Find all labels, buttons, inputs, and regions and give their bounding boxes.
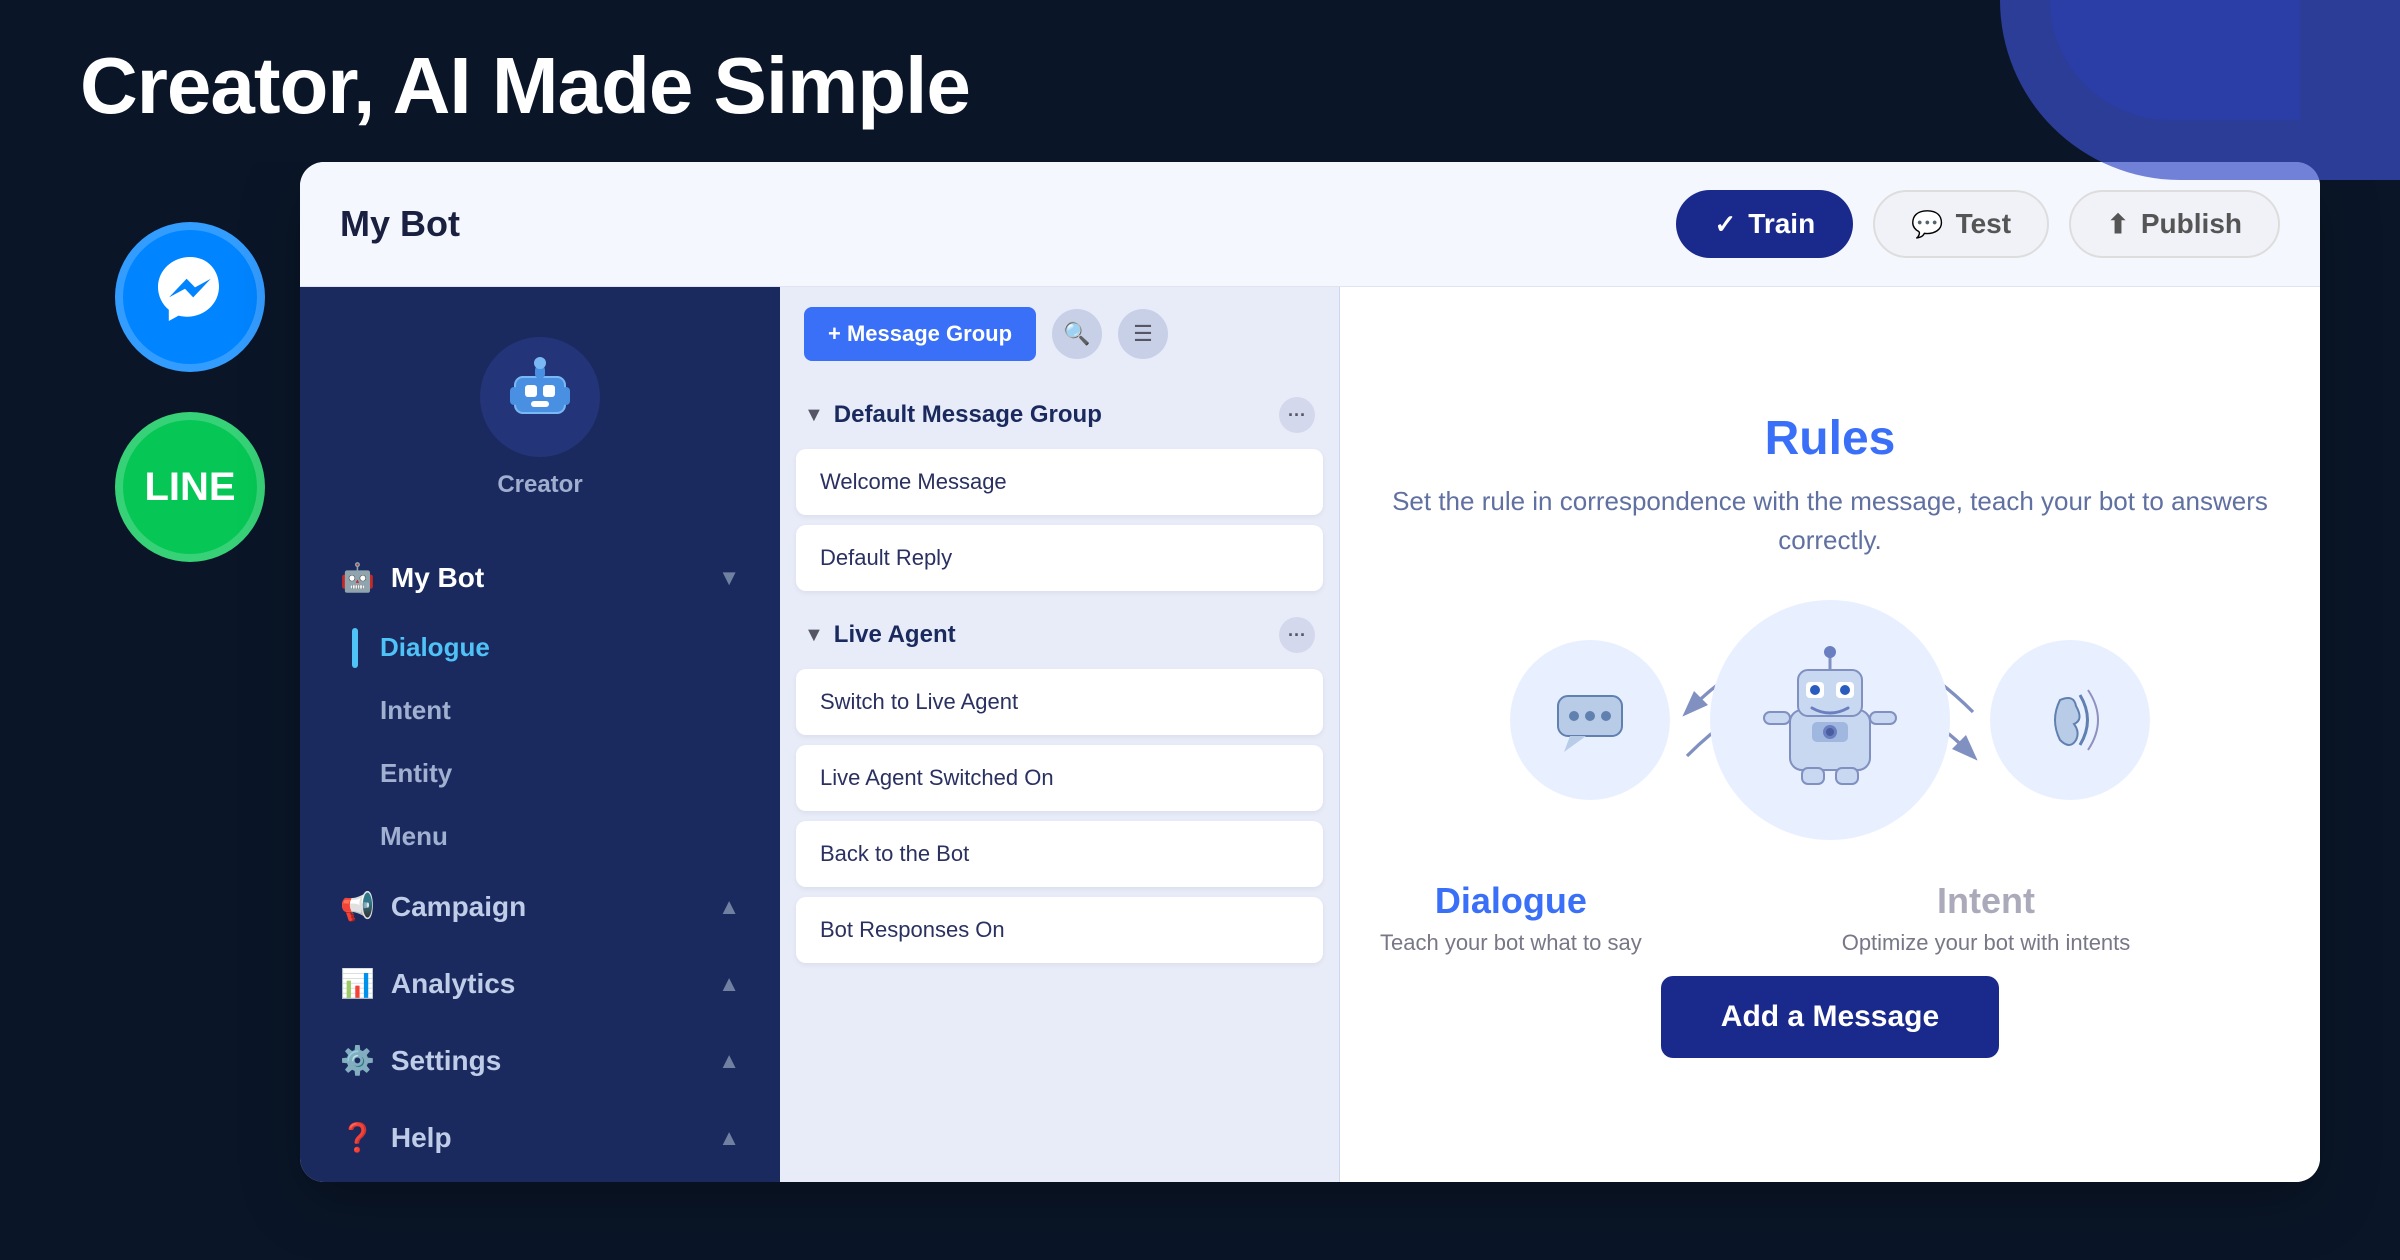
- list-item[interactable]: Back to the Bot: [796, 821, 1323, 887]
- group-name-live: Live Agent: [834, 621, 956, 649]
- add-message-group-button[interactable]: + Message Group: [804, 307, 1036, 361]
- help-icon: ❓: [340, 1121, 375, 1154]
- group-header-live-agent[interactable]: ▼ Live Agent ···: [796, 601, 1323, 669]
- group-header-default[interactable]: ▼ Default Message Group ···: [796, 381, 1323, 449]
- nav-sidebar: Creator 🤖 My Bot ▼ Dialogue Intent Entit…: [300, 287, 780, 1182]
- chevron-up-icon-settings: ▲: [718, 1048, 740, 1074]
- intent-desc: Optimize your bot with intents: [1842, 930, 2131, 956]
- sidebar-item-entity[interactable]: Entity: [300, 742, 780, 805]
- creator-label: Creator: [497, 471, 582, 499]
- bot-icon: 🤖: [340, 561, 375, 594]
- sidebar-item-settings[interactable]: ⚙️ Settings ▲: [300, 1022, 780, 1099]
- sidebar-item-intent[interactable]: Intent: [300, 679, 780, 742]
- search-button[interactable]: 🔍: [1052, 309, 1102, 359]
- campaign-icon: 📢: [340, 890, 375, 923]
- ear-circle: [1990, 640, 2150, 800]
- illustration: [1380, 600, 2280, 840]
- creator-logo: Creator: [300, 317, 780, 539]
- channel-line[interactable]: LINE: [115, 412, 265, 562]
- list-view-button[interactable]: ☰: [1118, 309, 1168, 359]
- panel-toolbar: + Message Group 🔍 ☰: [780, 287, 1339, 381]
- list-item[interactable]: Welcome Message: [796, 449, 1323, 515]
- channel-sidebar: LINE: [80, 162, 300, 1182]
- creator-avatar: [480, 337, 600, 457]
- list-icon: ☰: [1133, 321, 1153, 347]
- app-window: My Bot ✓ Train 💬 Test ⬆ Publish: [300, 162, 2320, 1182]
- train-button[interactable]: ✓ Train: [1676, 190, 1853, 258]
- app-body: Creator 🤖 My Bot ▼ Dialogue Intent Entit…: [300, 287, 2320, 1182]
- search-icon: 🔍: [1063, 321, 1090, 347]
- group-chevron-icon: ▼: [804, 404, 824, 427]
- group-chevron-live-icon: ▼: [804, 624, 824, 647]
- intent-label: Intent: [1842, 880, 2131, 922]
- rules-section: Rules Set the rule in correspondence wit…: [1380, 411, 2280, 1058]
- list-item[interactable]: Default Reply: [796, 525, 1323, 591]
- main-container: LINE My Bot ✓ Train 💬 Test ⬆ Publish: [0, 162, 2400, 1222]
- dialogue-label-group: Dialogue Teach your bot what to say: [1380, 880, 1642, 956]
- illustration-labels: Dialogue Teach your bot what to say Inte…: [1380, 880, 2280, 956]
- sidebar-item-campaign[interactable]: 📢 Campaign ▲: [300, 868, 780, 945]
- line-icon: LINE: [144, 465, 235, 510]
- sidebar-item-analytics[interactable]: 📊 Analytics ▲: [300, 945, 780, 1022]
- sidebar-item-help[interactable]: ❓ Help ▲: [300, 1099, 780, 1176]
- right-panel: Rules Set the rule in correspondence wit…: [1340, 287, 2320, 1182]
- speech-bubble-circle: [1510, 640, 1670, 800]
- creator-bot-icon: [505, 355, 575, 439]
- sidebar-item-menu[interactable]: Menu: [300, 805, 780, 868]
- sidebar-item-dialogue[interactable]: Dialogue: [300, 616, 780, 679]
- publish-button[interactable]: ⬆ Publish: [2069, 190, 2280, 258]
- rules-title: Rules: [1380, 411, 2280, 466]
- app-title: My Bot: [340, 203, 1656, 245]
- test-button[interactable]: 💬 Test: [1873, 190, 2049, 258]
- app-topbar: My Bot ✓ Train 💬 Test ⬆ Publish: [300, 162, 2320, 287]
- message-groups: ▼ Default Message Group ··· Welcome Mess…: [780, 381, 1339, 1182]
- settings-gear-icon: ⚙️: [340, 1044, 375, 1077]
- rules-description: Set the rule in correspondence with the …: [1380, 482, 2280, 560]
- list-item[interactable]: Switch to Live Agent: [796, 669, 1323, 735]
- group-name-default: Default Message Group: [834, 401, 1102, 429]
- intent-label-group: Intent Optimize your bot with intents: [1842, 880, 2131, 956]
- dialogue-label: Dialogue: [1380, 880, 1642, 922]
- dialogue-desc: Teach your bot what to say: [1380, 930, 1642, 956]
- list-item[interactable]: Live Agent Switched On: [796, 745, 1323, 811]
- sidebar-item-my-bot[interactable]: 🤖 My Bot ▼: [300, 539, 780, 616]
- chevron-up-icon-help: ▲: [718, 1125, 740, 1151]
- analytics-icon: 📊: [340, 967, 375, 1000]
- group-more-live-button[interactable]: ···: [1279, 617, 1315, 653]
- chevron-up-icon-analytics: ▲: [718, 971, 740, 997]
- page-title: Creator, AI Made Simple: [80, 40, 2320, 132]
- add-message-button[interactable]: Add a Message: [1661, 976, 1999, 1058]
- chevron-up-icon: ▲: [718, 894, 740, 920]
- test-chat-icon: 💬: [1911, 209, 1943, 240]
- list-item[interactable]: Bot Responses On: [796, 897, 1323, 963]
- header: Creator, AI Made Simple: [0, 0, 2400, 162]
- group-more-button[interactable]: ···: [1279, 397, 1315, 433]
- robot-circle: [1710, 600, 1950, 840]
- train-check-icon: ✓: [1714, 209, 1736, 240]
- channel-messenger[interactable]: [115, 222, 265, 372]
- middle-panel: + Message Group 🔍 ☰ ▼ Default Message Gr…: [780, 287, 1340, 1182]
- chevron-down-icon: ▼: [718, 565, 740, 591]
- publish-upload-icon: ⬆: [2107, 209, 2129, 240]
- messenger-icon: [150, 249, 230, 345]
